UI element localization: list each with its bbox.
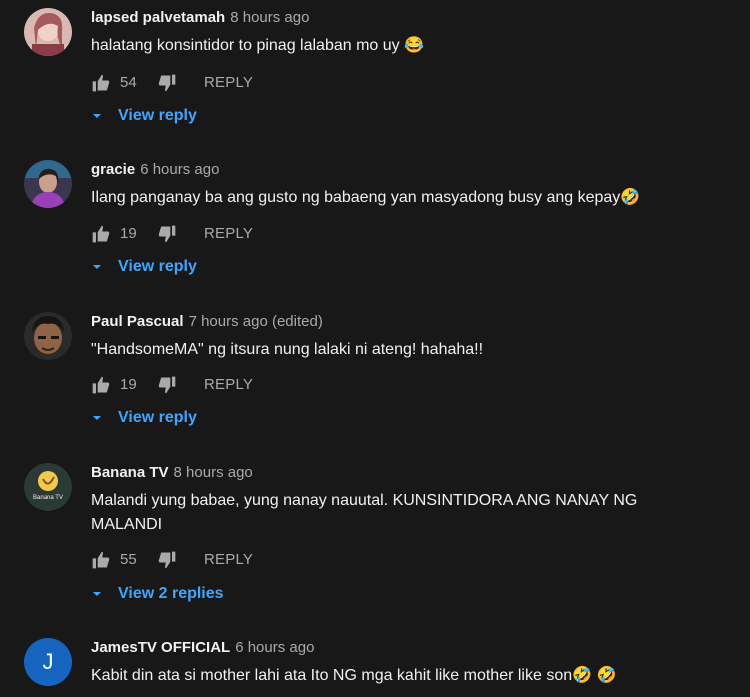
comment-text: Kabit din ata si mother lahi ata Ito NG … <box>91 667 617 684</box>
comment-author[interactable]: Banana TV <box>91 464 169 481</box>
thumbs-up-icon[interactable] <box>91 73 111 93</box>
comment-time[interactable]: 8 hours ago <box>230 9 309 26</box>
reply-button[interactable]: REPLY <box>204 73 253 93</box>
thumbs-down-icon[interactable] <box>157 375 177 395</box>
thumbs-up-icon[interactable] <box>91 375 111 395</box>
view-replies-label: View reply <box>118 258 197 275</box>
comment-time[interactable]: 6 hours ago <box>235 639 314 656</box>
avatar[interactable] <box>24 312 72 360</box>
reply-button[interactable]: REPLY <box>204 224 253 244</box>
like-count: 19 <box>120 376 137 393</box>
chevron-down-icon <box>93 592 101 596</box>
chevron-down-icon <box>93 114 101 118</box>
avatar[interactable] <box>24 160 72 208</box>
view-replies-label: View 2 replies <box>118 585 224 602</box>
thumbs-up-icon[interactable] <box>91 550 111 570</box>
comment-text: "HandsomeMA" ng itsura nung lalaki ni at… <box>91 341 484 358</box>
comment-time[interactable]: 6 hours ago <box>140 161 219 178</box>
comment-author[interactable]: gracie <box>91 161 135 178</box>
thumbs-up-icon[interactable] <box>91 224 111 244</box>
thumbs-down-icon[interactable] <box>157 224 177 244</box>
avatar[interactable] <box>24 8 72 56</box>
like-count: 54 <box>120 74 137 91</box>
comment-text: Ilang panganay ba ang gusto ng babaeng y… <box>91 189 641 206</box>
avatar[interactable]: J <box>24 638 72 686</box>
reply-button[interactable]: REPLY <box>204 550 253 570</box>
comment-time[interactable]: 7 hours ago (edited) <box>189 313 323 330</box>
comment-author[interactable]: lapsed palvetamah <box>91 9 225 26</box>
thumbs-down-icon[interactable] <box>157 73 177 93</box>
chevron-down-icon <box>93 265 101 269</box>
view-replies-label: View reply <box>118 107 197 124</box>
comment-time[interactable]: 8 hours ago <box>174 464 253 481</box>
like-count: 55 <box>120 551 137 568</box>
comment-author[interactable]: JamesTV OFFICIAL <box>91 639 230 656</box>
comment-text: Malandi yung babae, yung nanay nauutal. … <box>91 492 638 533</box>
avatar-logo-text: Banana TV <box>33 495 63 501</box>
avatar-letter: J <box>42 649 54 674</box>
reply-button[interactable]: REPLY <box>204 375 253 395</box>
thumbs-down-icon[interactable] <box>157 550 177 570</box>
avatar[interactable]: Banana TV <box>24 463 72 511</box>
comment-author[interactable]: Paul Pascual <box>91 313 184 330</box>
chevron-down-icon <box>93 416 101 420</box>
comment-text: halatang konsintidor to pinag lalaban mo… <box>91 37 425 54</box>
view-replies-label: View reply <box>118 409 197 426</box>
like-count: 19 <box>120 225 137 242</box>
